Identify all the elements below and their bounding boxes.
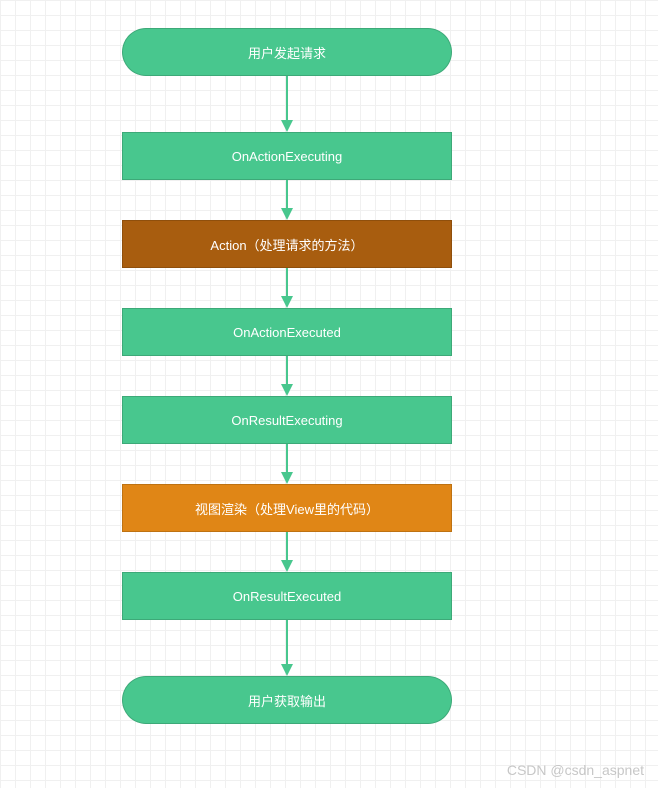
node-label: 用户发起请求 bbox=[248, 43, 326, 62]
node-label: OnActionExecuted bbox=[233, 325, 341, 340]
flowchart-arrow bbox=[281, 268, 293, 308]
flowchart-arrow bbox=[281, 180, 293, 220]
node-label: OnResultExecuting bbox=[231, 413, 342, 428]
node-label: 用户获取输出 bbox=[248, 691, 326, 710]
flowchart-container: 用户发起请求 OnActionExecuting Action（处理请求的方法）… bbox=[122, 28, 452, 724]
flowchart-node-start: 用户发起请求 bbox=[122, 28, 452, 76]
node-label: 视图渲染（处理View里的代码） bbox=[195, 499, 379, 518]
flowchart-node-view-render: 视图渲染（处理View里的代码） bbox=[122, 484, 452, 532]
flowchart-node-on-result-executing: OnResultExecuting bbox=[122, 396, 452, 444]
node-label: Action（处理请求的方法） bbox=[210, 235, 363, 254]
watermark: CSDN @csdn_aspnet bbox=[507, 762, 644, 778]
flowchart-arrow bbox=[281, 76, 293, 132]
flowchart-node-on-action-executed: OnActionExecuted bbox=[122, 308, 452, 356]
flowchart-node-on-action-executing: OnActionExecuting bbox=[122, 132, 452, 180]
node-label: OnResultExecuted bbox=[233, 589, 341, 604]
flowchart-arrow bbox=[281, 620, 293, 676]
flowchart-arrow bbox=[281, 444, 293, 484]
flowchart-arrow bbox=[281, 532, 293, 572]
flowchart-node-action: Action（处理请求的方法） bbox=[122, 220, 452, 268]
flowchart-node-end: 用户获取输出 bbox=[122, 676, 452, 724]
flowchart-node-on-result-executed: OnResultExecuted bbox=[122, 572, 452, 620]
flowchart-arrow bbox=[281, 356, 293, 396]
node-label: OnActionExecuting bbox=[232, 149, 343, 164]
